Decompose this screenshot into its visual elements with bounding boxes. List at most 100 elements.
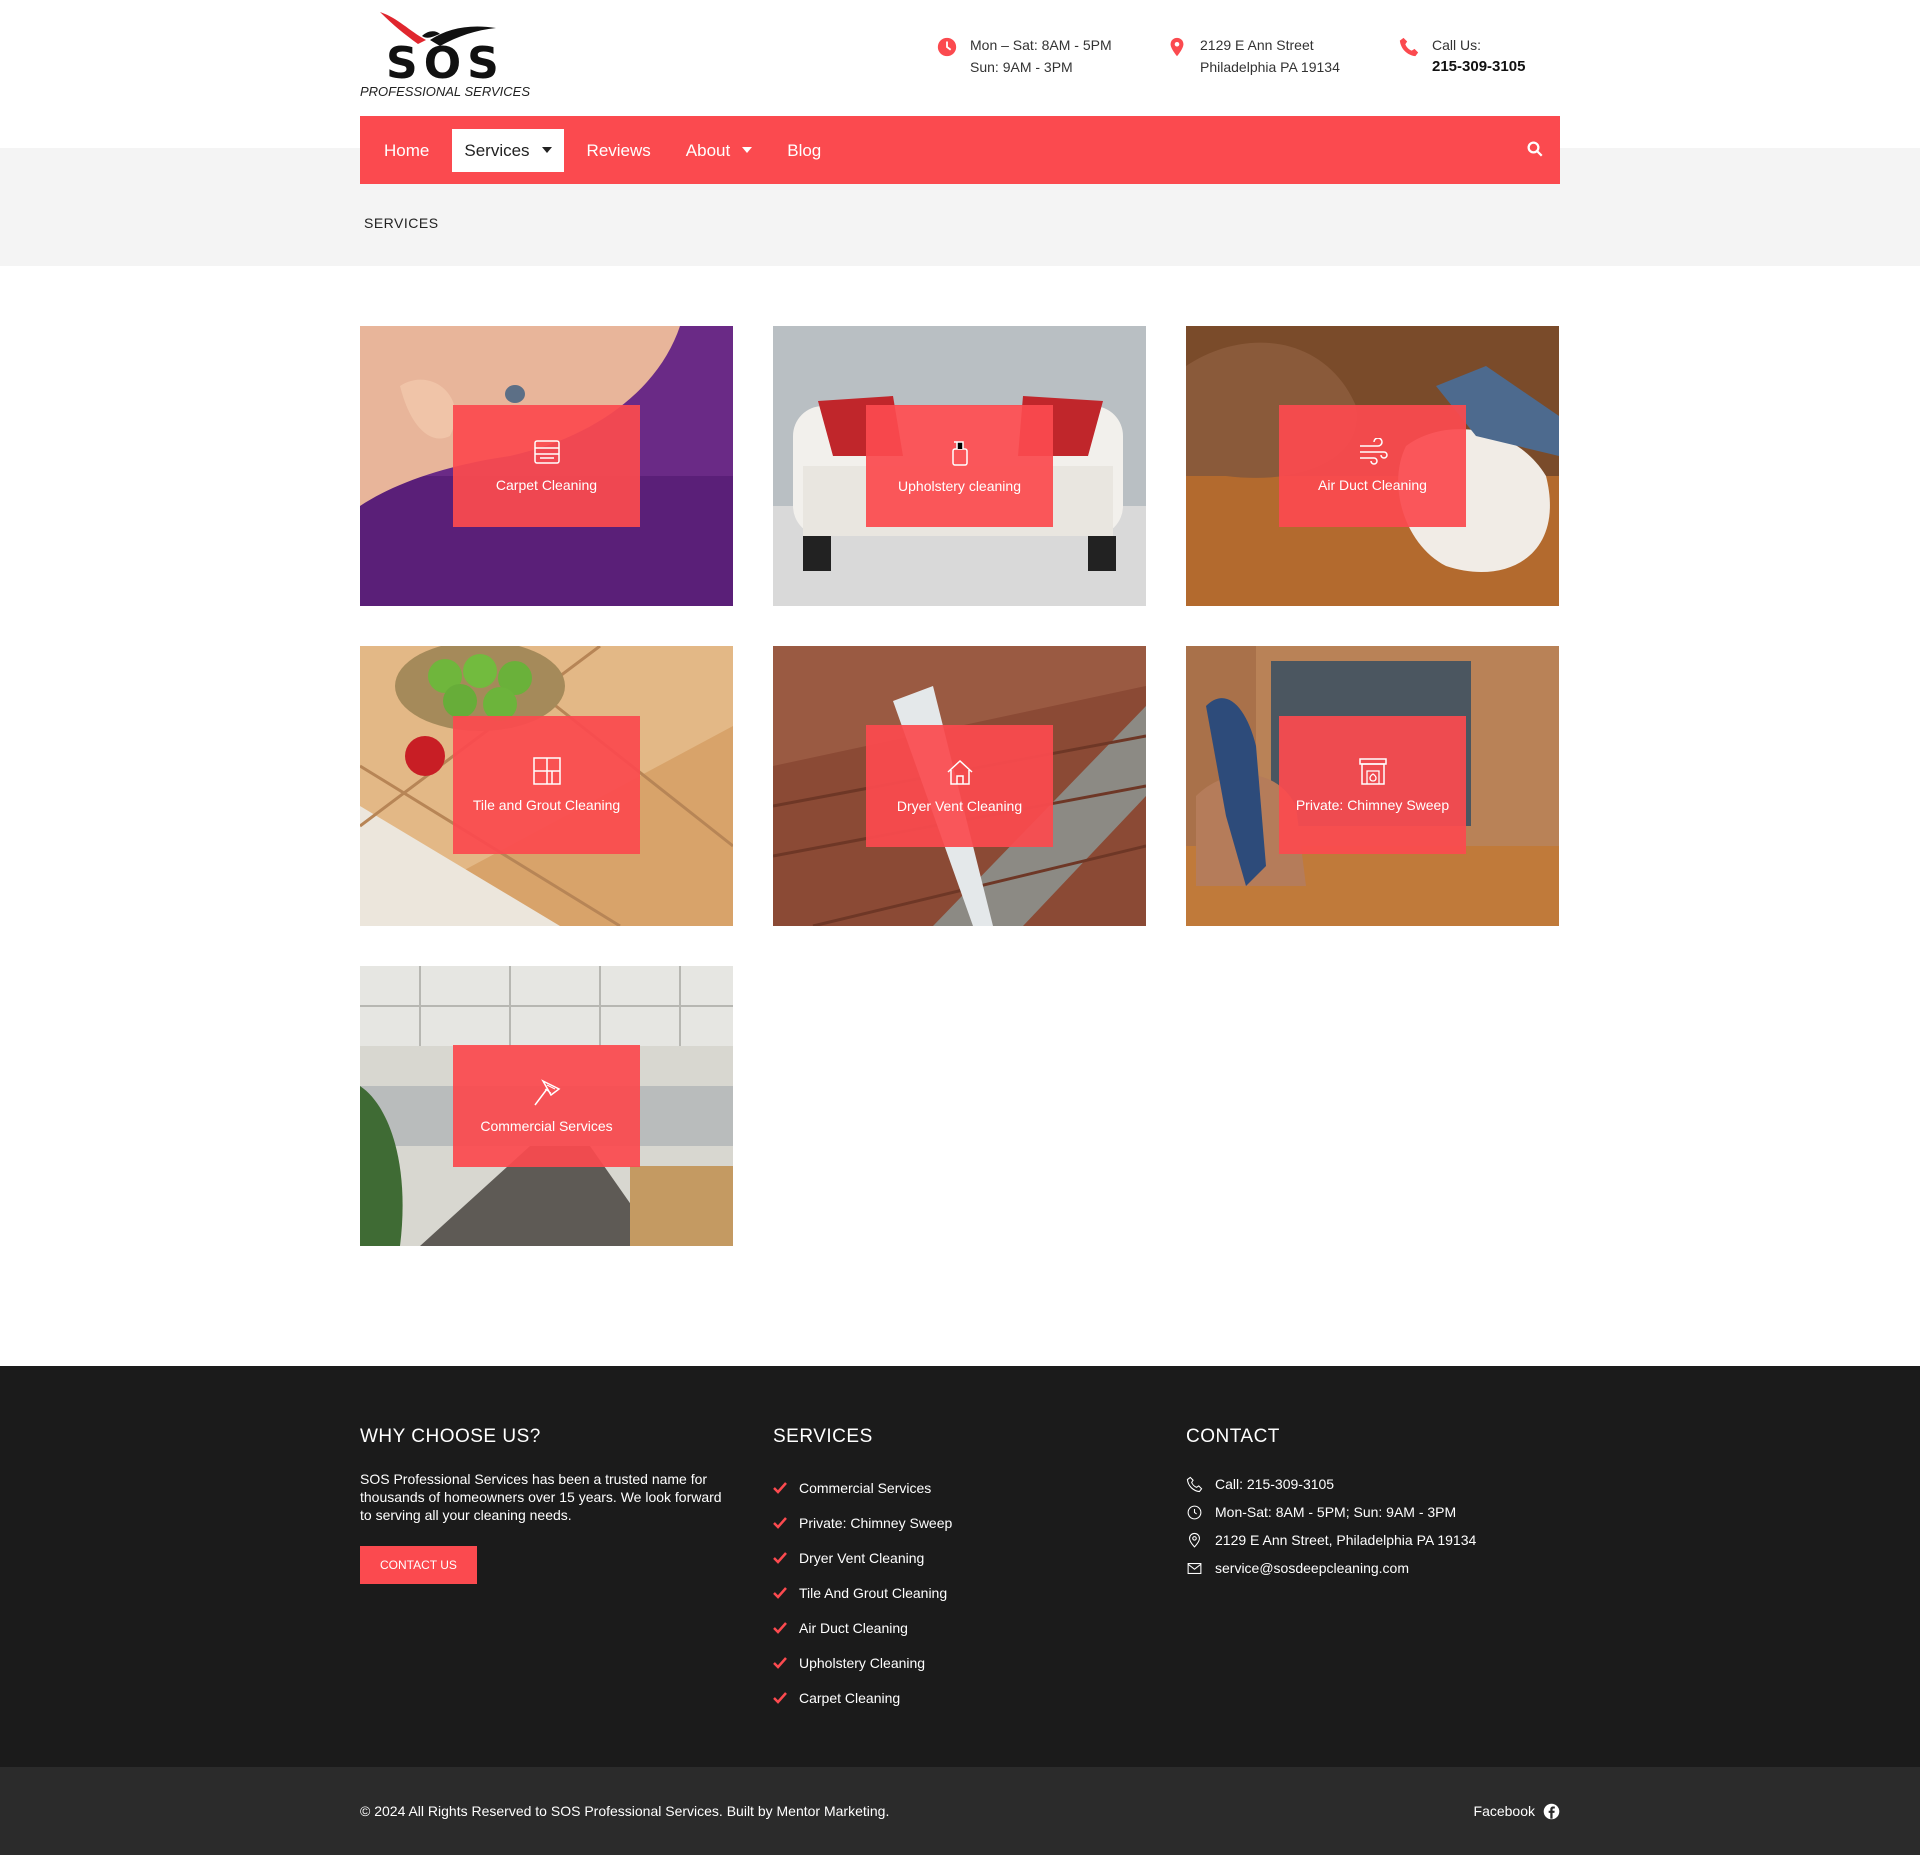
call-label: Call Us: xyxy=(1432,37,1482,53)
nav-wrapper: Home Services Reviews About Blog SERVICE… xyxy=(360,116,1560,1246)
map-pin-icon xyxy=(1189,1532,1200,1548)
footer-contact-hours-text: Mon-Sat: 8AM - 5PM; Sun: 9AM - 3PM xyxy=(1215,1504,1457,1520)
footer-service-link[interactable]: Tile And Grout Cleaning xyxy=(773,1575,952,1610)
footer-contact-hours: Mon-Sat: 8AM - 5PM; Sun: 9AM - 3PM xyxy=(1186,1498,1476,1526)
footer-service-label: Dryer Vent Cleaning xyxy=(799,1549,925,1566)
service-label: Private: Chimney Sweep xyxy=(1295,797,1450,813)
logo[interactable]: SOS PROFESSIONAL SERVICES xyxy=(360,10,530,105)
fireplace-icon xyxy=(1358,758,1387,785)
footer-service-link[interactable]: Commercial Services xyxy=(773,1470,952,1505)
logo-tagline: PROFESSIONAL SERVICES xyxy=(360,84,531,99)
nav-reviews[interactable]: Reviews xyxy=(575,129,663,172)
service-label: Upholstery cleaning xyxy=(898,478,1021,494)
check-icon xyxy=(773,1691,787,1704)
footer-contact-email[interactable]: service@sosdeepcleaning.com xyxy=(1186,1554,1476,1582)
service-label: Tile and Grout Cleaning xyxy=(472,797,621,813)
footer-services-list: Commercial Services Private: Chimney Swe… xyxy=(773,1470,952,1715)
carpet-icon xyxy=(533,440,560,464)
envelope-icon xyxy=(1187,1562,1202,1574)
chevron-down-icon xyxy=(541,147,552,153)
footer-service-link[interactable]: Upholstery Cleaning xyxy=(773,1645,952,1680)
check-icon xyxy=(773,1516,787,1529)
address-line-2: Philadelphia PA 19134 xyxy=(1200,59,1340,75)
service-card-chimney[interactable]: Private: Chimney Sweep xyxy=(1186,646,1559,926)
header-hours: Mon – Sat: 8AM - 5PM Sun: 9AM - 3PM xyxy=(936,34,1112,78)
service-label: Commercial Services xyxy=(480,1118,613,1134)
service-card-commercial[interactable]: Commercial Services xyxy=(360,966,733,1246)
footer-service-link[interactable]: Air Duct Cleaning xyxy=(773,1610,952,1645)
footer-service-label: Commercial Services xyxy=(799,1479,932,1496)
service-card-tile[interactable]: Tile and Grout Cleaning xyxy=(360,646,733,926)
footer-contact-address: 2129 E Ann Street, Philadelphia PA 19134 xyxy=(1186,1526,1476,1554)
logo-wordmark: SOS xyxy=(386,38,505,89)
nav-about[interactable]: About xyxy=(674,129,764,172)
chevron-down-icon xyxy=(742,147,753,153)
footer-why-title: WHY CHOOSE US? xyxy=(360,1426,541,1447)
check-icon xyxy=(773,1621,787,1634)
address-line-1: 2129 E Ann Street xyxy=(1200,37,1314,53)
contact-us-button[interactable]: CONTACT US xyxy=(360,1546,477,1584)
service-card-dryer-vent[interactable]: Dryer Vent Cleaning xyxy=(773,646,1146,926)
tile-icon xyxy=(532,757,561,785)
map-pin-icon xyxy=(1170,37,1184,57)
service-overlay: Carpet Cleaning xyxy=(453,405,640,527)
call-number[interactable]: 215-309-3105 xyxy=(1432,56,1525,78)
footer-service-label: Private: Chimney Sweep xyxy=(799,1514,953,1531)
nav-home[interactable]: Home xyxy=(372,129,441,172)
service-overlay: Dryer Vent Cleaning xyxy=(866,725,1053,847)
main-nav: Home Services Reviews About Blog xyxy=(360,116,1560,184)
footer-contact-title: CONTACT xyxy=(1186,1426,1280,1447)
footer-service-link[interactable]: Private: Chimney Sweep xyxy=(773,1505,952,1540)
footer-service-label: Air Duct Cleaning xyxy=(799,1619,908,1636)
footer-service-link[interactable]: Carpet Cleaning xyxy=(773,1680,952,1715)
site-header: SOS PROFESSIONAL SERVICES Mon – Sat: 8AM… xyxy=(360,0,1560,116)
service-card-carpet[interactable]: Carpet Cleaning xyxy=(360,326,733,606)
nav-services[interactable]: Services xyxy=(452,128,564,172)
service-card-air-duct[interactable]: Air Duct Cleaning xyxy=(1186,326,1559,606)
copyright-text: © 2024 All Rights Reserved to SOS Profes… xyxy=(360,1803,890,1819)
footer-service-label: Upholstery Cleaning xyxy=(799,1654,926,1671)
nav-services-label: Services xyxy=(464,140,530,160)
footer-why-text: SOS Professional Services has been a tru… xyxy=(360,1471,722,1523)
check-icon xyxy=(773,1586,787,1599)
hours-line-2: Sun: 9AM - 3PM xyxy=(970,59,1073,75)
duster-icon xyxy=(533,1079,560,1106)
service-card-upholstery[interactable]: Upholstery cleaning xyxy=(773,326,1146,606)
footer-contact-call-text: Call: 215-309-3105 xyxy=(1215,1476,1335,1492)
footer-service-label: Tile And Grout Cleaning xyxy=(799,1584,948,1601)
check-icon xyxy=(773,1551,787,1564)
footer-contact-list: Call: 215-309-3105 Mon-Sat: 8AM - 5PM; S… xyxy=(1186,1470,1476,1582)
facebook-link[interactable]: Facebook xyxy=(1474,1803,1560,1820)
footer-service-link[interactable]: Dryer Vent Cleaning xyxy=(773,1540,952,1575)
clock-icon xyxy=(1187,1505,1202,1519)
breadcrumb: SERVICES xyxy=(364,215,439,231)
footer-service-label: Carpet Cleaning xyxy=(799,1689,901,1706)
hours-line-1: Mon – Sat: 8AM - 5PM xyxy=(970,37,1112,53)
header-address: 2129 E Ann Street Philadelphia PA 19134 xyxy=(1166,34,1340,78)
service-label: Air Duct Cleaning xyxy=(1318,477,1427,493)
facebook-label: Facebook xyxy=(1473,1803,1535,1819)
check-icon xyxy=(773,1656,787,1669)
footer-contact-call[interactable]: Call: 215-309-3105 xyxy=(1186,1470,1476,1498)
wind-icon xyxy=(1359,438,1388,465)
service-overlay: Private: Chimney Sweep xyxy=(1279,716,1466,854)
service-label: Carpet Cleaning xyxy=(495,477,598,493)
house-icon xyxy=(946,759,973,785)
header-call[interactable]: Call Us: 215-309-3105 xyxy=(1398,34,1525,78)
site-footer: WHY CHOOSE US? SOS Professional Services… xyxy=(0,1366,1920,1767)
footer-services-column: SERVICES Commercial Services Private: Ch… xyxy=(773,1426,952,1715)
services-grid: Carpet Cleaning Upholstery cleaning Air … xyxy=(360,326,1560,1246)
service-overlay: Tile and Grout Cleaning xyxy=(453,716,640,854)
clock-icon xyxy=(937,37,957,57)
nav-about-label: About xyxy=(685,140,731,160)
service-overlay: Commercial Services xyxy=(453,1045,640,1167)
footer-contact-column: CONTACT Call: 215-309-3105 Mon-Sat: 8AM … xyxy=(1186,1426,1476,1582)
search-icon[interactable] xyxy=(1526,140,1544,158)
phone-icon xyxy=(1186,1476,1203,1492)
facebook-icon xyxy=(1543,1803,1560,1819)
service-label: Dryer Vent Cleaning xyxy=(896,798,1023,814)
bottom-bar: © 2024 All Rights Reserved to SOS Profes… xyxy=(0,1767,1920,1855)
nav-blog[interactable]: Blog xyxy=(775,129,833,172)
spray-bottle-icon xyxy=(951,441,968,466)
service-overlay: Upholstery cleaning xyxy=(866,405,1053,527)
